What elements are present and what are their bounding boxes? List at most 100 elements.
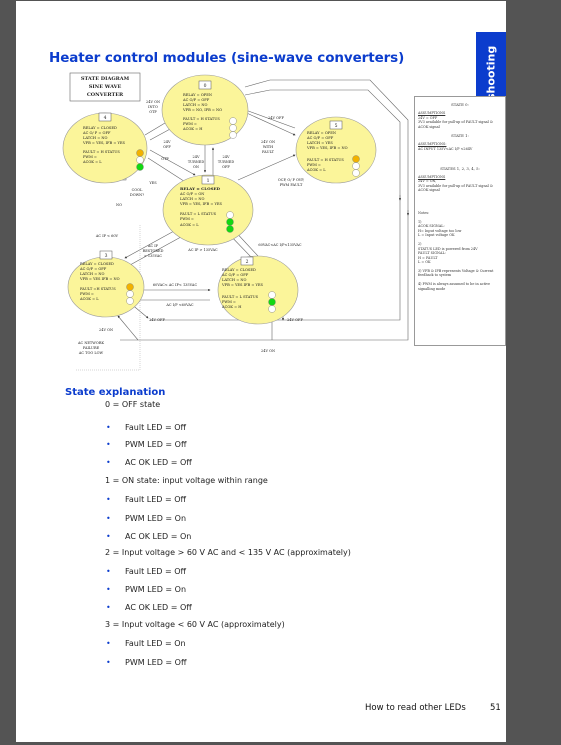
- svg-text:24V OFF: 24V OFF: [268, 116, 284, 120]
- svg-text:TURNED: TURNED: [188, 160, 205, 164]
- bullet-icon: •: [106, 639, 111, 648]
- led-state-item: AC OK LED = On: [125, 532, 192, 541]
- state-heading: 1 = ON state: input voltage within range: [105, 476, 268, 485]
- svg-text:YES: YES: [148, 181, 157, 185]
- status-led: [352, 155, 360, 163]
- svg-text:RELAY = CLOSED: RELAY = CLOSED: [222, 268, 256, 272]
- svg-text:1: 1: [207, 178, 210, 184]
- led-state-item: AC OK LED = Off: [125, 458, 192, 467]
- svg-text:RELAY = CLOSED: RELAY = CLOSED: [80, 262, 114, 266]
- svg-text:ON: ON: [193, 165, 199, 169]
- bullet-icon: •: [106, 514, 111, 523]
- svg-text:LATCH = NO: LATCH = NO: [80, 272, 105, 276]
- svg-text:VFB = YES, IFB = YES: VFB = YES, IFB = YES: [82, 141, 125, 145]
- bullet-icon: •: [106, 532, 111, 541]
- led-state-item: PWM LED = On: [125, 514, 187, 523]
- state-1-node: 1 RELAY = CLOSED AC O/P = ON LATCH = NO …: [162, 174, 254, 246]
- svg-text:WITH: WITH: [263, 145, 273, 149]
- acok-led: [229, 131, 237, 139]
- svg-text:OTP: OTP: [161, 157, 169, 161]
- svg-text:AC IP < 60V: AC IP < 60V: [95, 234, 119, 238]
- svg-text:RELAY = OPEN: RELAY = OPEN: [183, 93, 212, 97]
- status-led: [126, 283, 134, 291]
- svg-text:ACOK = L: ACOK = L: [79, 297, 99, 301]
- state0-title: STATE 0:: [451, 102, 469, 107]
- svg-text:PWM =: PWM =: [83, 155, 97, 159]
- svg-text:AC O/P = OFF: AC O/P = OFF: [221, 273, 249, 277]
- led-state-item: Fault LED = On: [125, 639, 186, 648]
- diagram-label-line: CONVERTER: [87, 92, 124, 98]
- svg-text:AC NETWORK: AC NETWORK: [77, 341, 104, 345]
- pwm-led: [136, 156, 144, 164]
- pwm-led: [226, 218, 234, 226]
- led-state-item: PWM LED = On: [125, 585, 187, 594]
- assumptions-box: STATE 0: ASSUMPTIONS 24V = OFF 3V3 avail…: [414, 96, 506, 346]
- svg-text:NO: NO: [116, 203, 122, 207]
- bullet-icon: •: [106, 495, 111, 504]
- svg-text:VFB = NO, IFB = NO: VFB = NO, IFB = NO: [182, 108, 222, 112]
- pwm-led: [352, 162, 360, 170]
- svg-text:24V: 24V: [193, 155, 200, 159]
- svg-text:COOL: COOL: [132, 188, 143, 192]
- svg-text:24V ON: 24V ON: [261, 140, 275, 144]
- svg-text:OCP, O/ P OVP,: OCP, O/ P OVP,: [278, 178, 304, 182]
- acok-led: [126, 297, 134, 305]
- svg-text:24V: 24V: [223, 155, 230, 159]
- bullet-icon: •: [106, 585, 111, 594]
- svg-text:RELAY = CLOSED: RELAY = CLOSED: [83, 126, 117, 130]
- svg-text:ACOK = L: ACOK = L: [82, 160, 102, 164]
- led-state-item: Fault LED = Off: [125, 567, 187, 576]
- svg-text:AC IP > 135VAC: AC IP > 135VAC: [187, 248, 218, 252]
- svg-text:AC O/P = OFF: AC O/P = OFF: [182, 98, 210, 102]
- state-4-node: 4 RELAY = CLOSED AC O/ P = OFF LATCH = N…: [62, 112, 148, 184]
- diagram-label-line: SINE WAVE: [89, 84, 122, 90]
- acok-led: [226, 225, 234, 233]
- svg-text:AC IP: AC IP: [147, 244, 159, 248]
- bullet-icon: •: [106, 658, 111, 667]
- state-heading: 2 = Input voltage > 60 V AC and < 135 V …: [105, 548, 351, 557]
- notes-head: Notes:: [418, 210, 430, 215]
- svg-text:LATCH = YES: LATCH = YES: [307, 141, 333, 145]
- svg-text:ACOK = H: ACOK = H: [221, 305, 241, 309]
- status-led: [229, 117, 237, 125]
- led-state-item: Fault LED = Off: [125, 423, 187, 432]
- svg-text:ACOK = L: ACOK = L: [306, 168, 326, 172]
- svg-text:AC I/P <60VAC: AC I/P <60VAC: [165, 303, 194, 307]
- svg-text:60VAC<AC I/P<135VAC: 60VAC<AC I/P<135VAC: [258, 243, 302, 247]
- svg-text:RESTORED: RESTORED: [143, 249, 164, 253]
- states-title: STATES 1, 2, 3, 4, 5:: [440, 165, 480, 171]
- svg-text:PWM =: PWM =: [183, 122, 197, 126]
- svg-text:DOWN?: DOWN?: [130, 193, 144, 197]
- state-5-node: 5 RELAY = OPEN AC O/P = OFF LATCH = YES …: [295, 116, 377, 184]
- svg-text:VFB = YES, IFB = YES: VFB = YES, IFB = YES: [179, 202, 222, 206]
- state-heading: 0 = OFF state: [105, 400, 161, 409]
- svg-text:0: 0: [204, 83, 207, 89]
- svg-text:5: 5: [335, 123, 338, 129]
- acok-led: [136, 163, 144, 171]
- svg-text:24V OFF: 24V OFF: [149, 318, 165, 322]
- svg-text:2: 2: [246, 259, 249, 265]
- svg-text:FAULT = L STATUS: FAULT = L STATUS: [180, 212, 217, 216]
- state-3-node: 3 RELAY = CLOSED AC O/P = OFF LATCH = NO…: [67, 250, 145, 318]
- svg-text:LATCH = NO: LATCH = NO: [83, 136, 108, 140]
- svg-text:OFF: OFF: [222, 165, 230, 169]
- svg-text:RELAY = OPEN: RELAY = OPEN: [307, 131, 336, 135]
- svg-text:24V OFF: 24V OFF: [287, 318, 303, 322]
- svg-text:OFF: OFF: [163, 145, 171, 149]
- acok-led: [352, 169, 360, 177]
- pwm-led: [229, 124, 237, 132]
- svg-text:PWM =: PWM =: [80, 292, 94, 296]
- svg-text:FAULT = H STATUS: FAULT = H STATUS: [83, 150, 120, 154]
- svg-text:FAULT = H STATUS: FAULT = H STATUS: [183, 117, 220, 121]
- svg-text:24V ON: 24V ON: [146, 100, 160, 104]
- bullet-icon: •: [106, 567, 111, 576]
- svg-text:PWM =: PWM =: [180, 217, 194, 221]
- svg-text:TURNED: TURNED: [218, 160, 235, 164]
- svg-text:3: 3: [105, 253, 108, 259]
- state1-title: STATE 1:: [451, 133, 469, 139]
- svg-text:ACOK = H: ACOK = H: [182, 127, 202, 131]
- svg-text:ACOK = L: ACOK = L: [179, 223, 199, 227]
- led-state-item: AC OK LED = Off: [125, 603, 192, 612]
- svg-text:INTO: INTO: [148, 105, 158, 109]
- svg-text:24V ON: 24V ON: [261, 349, 275, 353]
